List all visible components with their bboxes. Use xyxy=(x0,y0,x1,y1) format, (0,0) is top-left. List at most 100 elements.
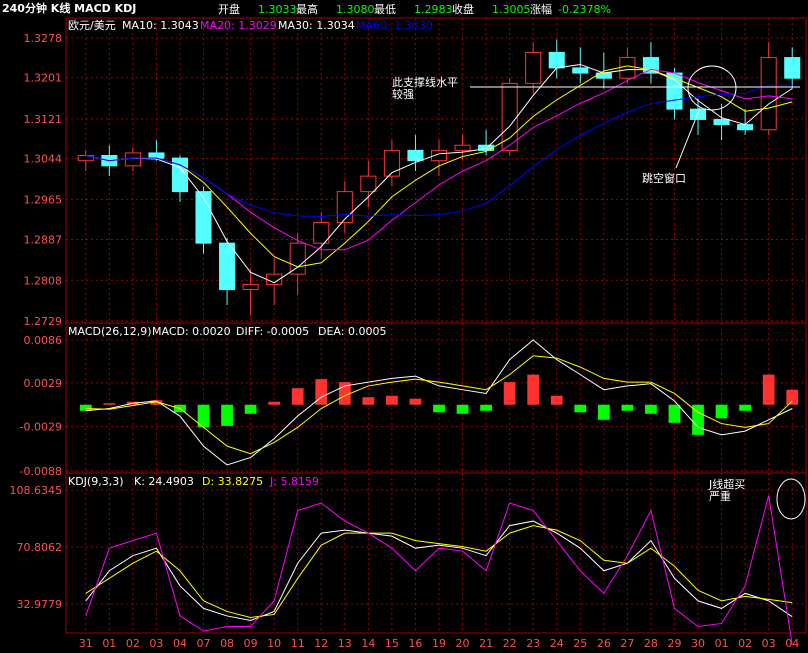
low-label: 最低 xyxy=(374,3,396,16)
macd-tick-label: -0.0088 xyxy=(20,465,62,478)
support-annotation-line1: 此支撑线水平 xyxy=(392,75,458,89)
x-tick-label: 24 xyxy=(550,637,564,650)
candle-body xyxy=(525,51,542,84)
kdj-k-value: K: 24.4903 xyxy=(134,475,194,488)
x-tick-label: 02 xyxy=(126,637,140,650)
price-tick-label: 1.3044 xyxy=(24,153,63,166)
macd-panel-frame xyxy=(65,322,807,474)
x-tick-label: 01 xyxy=(102,637,116,650)
candle-body xyxy=(642,57,659,74)
kdj-tick-label: 108.6345 xyxy=(10,484,63,497)
kdj-label: KDJ(9,3,3) xyxy=(68,475,124,488)
kdj-j-value: J: 5.8159 xyxy=(269,475,319,488)
x-tick-label: 27 xyxy=(620,637,634,650)
x-tick-label: 29 xyxy=(667,637,681,650)
price-tick-label: 1.2729 xyxy=(24,315,63,328)
close-label: 收盘 xyxy=(452,2,474,16)
price-tick-label: 1.3201 xyxy=(24,72,63,85)
candle-body xyxy=(124,152,141,167)
x-tick-label: 04 xyxy=(173,637,187,650)
x-tick-label: 12 xyxy=(314,637,328,650)
kdj-d-value: D: 33.8275 xyxy=(202,475,263,488)
open-label: 开盘 xyxy=(218,2,240,16)
price-tick-label: 1.2965 xyxy=(24,193,63,206)
x-tick-label: 02 xyxy=(738,637,752,650)
x-tick-label: 01 xyxy=(715,637,729,650)
price-tick-label: 1.3278 xyxy=(24,32,63,45)
x-tick-label: 15 xyxy=(385,637,399,650)
dea-value: DEA: 0.0005 xyxy=(318,325,386,338)
change-label: 涨幅 xyxy=(530,3,552,16)
x-tick-label: 22 xyxy=(503,637,517,650)
diff-value: DIFF: -0.0005 xyxy=(236,325,309,338)
kdj-panel-frame xyxy=(65,472,807,634)
x-tick-label: 25 xyxy=(573,637,587,650)
macd-tick-label: 0.0029 xyxy=(24,377,63,390)
x-tick-label: 11 xyxy=(291,637,305,650)
x-tick-label: 26 xyxy=(597,637,611,650)
x-tick-label: 30 xyxy=(691,637,705,650)
x-tick-label: 23 xyxy=(526,637,540,650)
x-tick-label: 09 xyxy=(244,637,258,650)
x-tick-label: 21 xyxy=(479,637,493,650)
x-tick-label: 03 xyxy=(762,637,776,650)
high-value: 1.3080 xyxy=(336,3,375,16)
x-tick-label: 03 xyxy=(149,637,163,650)
candle-body xyxy=(148,152,165,159)
change-value: -0.2378% xyxy=(558,3,611,16)
support-annotation-line2: 较强 xyxy=(392,87,414,101)
x-axis-labels: 31 01 02 03 04 07 08 09 10 11 12 13 14 15 16 19 20 21 22 23… xyxy=(79,637,799,650)
macd-tick-label: 0.0086 xyxy=(24,334,63,347)
ma20-line xyxy=(85,65,793,268)
candle-body xyxy=(548,51,565,69)
candle-body xyxy=(454,144,471,151)
candle-body xyxy=(619,57,636,79)
x-tick-label: 10 xyxy=(267,637,281,650)
ma10-label: MA10: 1.3043 xyxy=(122,19,199,32)
open-value: 1.3033 xyxy=(258,3,297,16)
candle-body xyxy=(713,118,730,126)
low-value: 1.2983 xyxy=(414,3,453,16)
chart-title: 240分钟 K线 MACD KDJ xyxy=(2,1,136,15)
candle-body xyxy=(501,82,518,151)
candle-body xyxy=(737,124,754,131)
price-tick-label: 1.2887 xyxy=(24,234,63,247)
candle-body xyxy=(289,242,306,275)
x-tick-label: 07 xyxy=(197,637,211,650)
x-tick-label: 20 xyxy=(456,637,470,650)
ma20-label: MA20: 1.3029 xyxy=(200,19,277,32)
macd-value: MACD: 0.0020 xyxy=(152,325,231,338)
high-label: 最高 xyxy=(296,2,318,16)
j-overbought-circle xyxy=(776,478,806,520)
ma30-label: MA30: 1.3034 xyxy=(278,19,355,32)
candle-body xyxy=(572,67,589,74)
x-tick-label: 13 xyxy=(338,637,352,650)
candle-body xyxy=(219,242,236,291)
close-value: 1.3005 xyxy=(492,3,531,16)
x-tick-label: 19 xyxy=(432,637,446,650)
x-tick-label: 16 xyxy=(408,637,422,650)
gap-circle xyxy=(687,65,737,111)
candle-body xyxy=(242,283,259,291)
x-tick-label: 28 xyxy=(644,637,658,650)
gap-annotation: 跳空窗口 xyxy=(642,171,686,185)
chart-canvas: 1.3278 1.3201 1.3121 1.3044 1.2965 1.2887 1.28… xyxy=(2,1,807,650)
j-annotation-line2: 严重 xyxy=(709,489,731,503)
kdj-tick-label: 70.8062 xyxy=(17,541,63,554)
macd-label: MACD(26,12,9) xyxy=(68,325,152,338)
price-tick-label: 1.2808 xyxy=(24,274,63,287)
kdj-j-line xyxy=(85,495,793,645)
macd-tick-label: -0.0029 xyxy=(20,421,62,434)
candle-body xyxy=(760,57,777,131)
x-tick-label: 08 xyxy=(220,637,234,650)
ma60-label: MA60: 1.3030 xyxy=(356,19,433,32)
kdj-series xyxy=(85,495,793,645)
candle-body xyxy=(195,191,212,244)
x-tick-label: 31 xyxy=(79,637,93,650)
y-tick-labels: 1.3278 1.3201 1.3121 1.3044 1.2965 1.2887 1.28… xyxy=(10,32,63,611)
kdj-k-line xyxy=(85,520,793,621)
candle-body xyxy=(336,191,353,224)
candle-body xyxy=(407,149,424,162)
candle-body xyxy=(689,108,707,120)
price-tick-label: 1.3121 xyxy=(24,113,63,126)
